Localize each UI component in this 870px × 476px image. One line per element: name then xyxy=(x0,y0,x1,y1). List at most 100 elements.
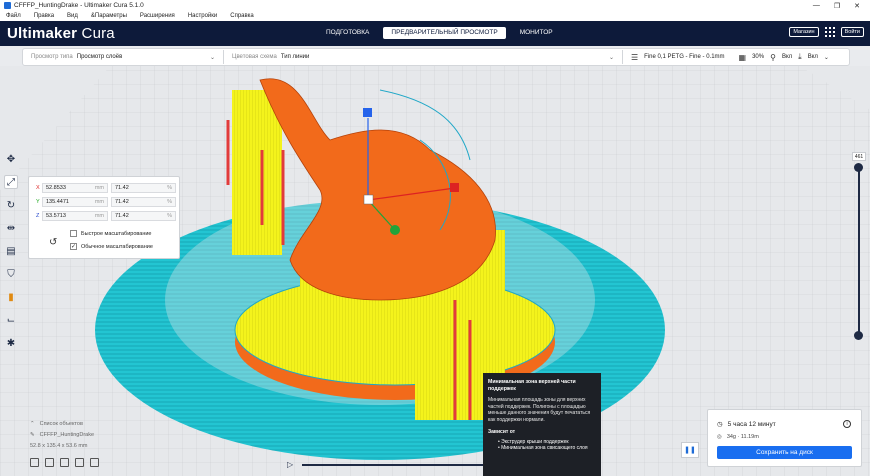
clock-icon: ◷ xyxy=(717,421,723,428)
camera-view-buttons xyxy=(30,458,99,467)
chevron-up-icon: ⌃ xyxy=(30,420,35,427)
tab-preview[interactable]: ПРЕДВАРИТЕЛЬНЫЙ ПРОСМОТР xyxy=(383,27,506,39)
support-blocker-icon[interactable]: ⛉ xyxy=(4,267,18,281)
material-row: ◎ 34g · 11.19m xyxy=(717,434,759,440)
scale-row-z: Z 53.5713 mm 71.42% xyxy=(36,211,176,221)
view-left-icon[interactable] xyxy=(75,458,84,467)
sliders-icon: ☰ xyxy=(631,52,639,62)
infill-icon: ▦ xyxy=(738,52,747,62)
menu-file[interactable]: Файл xyxy=(6,13,21,19)
layer-slider-bottom-handle[interactable] xyxy=(854,331,863,340)
print-settings-button[interactable]: ☰ Fine 0,1 PETG - Fine - 0.1mm ▦ 30% ⚲ В… xyxy=(623,52,829,62)
menu-preferences[interactable]: Настройки xyxy=(188,13,217,19)
per-model-settings-icon[interactable]: ▤ xyxy=(4,244,18,258)
pencil-icon: ✎ xyxy=(30,431,35,438)
color-scheme-select[interactable]: Цветовая схема Тип линии ⌄ xyxy=(224,49,622,65)
move-tool-icon[interactable]: ✥ xyxy=(4,152,18,166)
setting-tooltip: Минимальная зона верхней части поддержек… xyxy=(483,373,601,476)
snap-scaling-row[interactable]: Быстрое масштабирование xyxy=(70,230,151,237)
chevron-down-icon: ⌄ xyxy=(209,54,215,61)
snap-scaling-label: Быстрое масштабирование xyxy=(81,230,152,237)
signin-button[interactable]: Войти xyxy=(840,27,864,37)
chevron-down-icon: ⌄ xyxy=(823,54,829,61)
view-toolbar: Просмотр типа Просмотр слоёв ⌄ Цветовая … xyxy=(22,48,850,66)
info-icon[interactable]: i xyxy=(843,420,851,428)
menu-settings-params[interactable]: &Параметры xyxy=(91,13,127,19)
scale-row-y: Y 135.4471 mm 71.42% xyxy=(36,197,176,207)
brand-logo: Ultimaker Cura xyxy=(7,25,115,42)
support-value: Вкл xyxy=(781,54,793,60)
scale-tool-icon[interactable]: ⤢ xyxy=(4,175,18,189)
scale-row-x: X 52.8533 mm 71.42% xyxy=(36,183,176,193)
view-front-icon[interactable] xyxy=(45,458,54,467)
chevron-down-icon: ⌄ xyxy=(608,54,614,61)
snap-scaling-checkbox[interactable] xyxy=(70,230,77,237)
menu-bar: Файл Правка Вид &Параметры Расширения На… xyxy=(0,11,870,21)
stage-tabs: ПОДГОТОВКА ПРЕДВАРИТЕЛЬНЫЙ ПРОСМОТР МОНИ… xyxy=(318,27,561,39)
gizmo-center-handle xyxy=(363,194,374,205)
object-list-item[interactable]: ✎ CFFFP_HuntingDrake xyxy=(30,429,94,440)
pause-slicing-button[interactable]: ❚❚ xyxy=(681,442,699,458)
scale-y-mm-input[interactable]: 135.4471 mm xyxy=(42,197,108,207)
cut-tool-icon[interactable]: ⌙ xyxy=(4,313,18,327)
gizmo-x-handle xyxy=(450,183,459,192)
path-slider-track[interactable] xyxy=(302,464,484,466)
support-icon: ⚲ xyxy=(770,52,776,62)
gizmo-y-handle xyxy=(390,225,400,235)
tab-prepare[interactable]: ПОДГОТОВКА xyxy=(318,27,377,39)
rotate-tool-icon[interactable]: ↻ xyxy=(4,198,18,212)
scale-z-mm-input[interactable]: 53.5713 mm xyxy=(42,211,108,221)
print-estimate-panel: ◷ 5 часа 12 минут ◎ 34g · 11.19m i Сохра… xyxy=(707,409,862,467)
maximize-icon[interactable]: ❐ xyxy=(834,2,840,10)
spool-icon: ◎ xyxy=(717,434,722,440)
view-3d-icon[interactable] xyxy=(30,458,39,467)
save-to-disk-button[interactable]: Сохранить на диск xyxy=(717,446,852,459)
menu-help[interactable]: Справка xyxy=(230,13,254,19)
uniform-scaling-row[interactable]: ✓ Обычное масштабирование xyxy=(70,243,153,250)
apps-grid-icon[interactable] xyxy=(824,27,835,37)
scale-x-pct-input[interactable]: 71.42% xyxy=(111,183,176,193)
scale-x-mm-input[interactable]: 52.8533 mm xyxy=(42,183,108,193)
uniform-scaling-checkbox[interactable]: ✓ xyxy=(70,243,77,250)
window-title: CFFFP_HuntingDrake - Ultimaker Cura 5.1.… xyxy=(14,2,144,9)
custom-supports-icon[interactable]: ✱ xyxy=(4,336,18,350)
object-list: ⌃ Список объектов ✎ CFFFP_HuntingDrake 5… xyxy=(30,418,94,451)
extruder-icon[interactable]: ▮ xyxy=(4,290,18,304)
scale-panel: X 52.8533 mm 71.42% Y 135.4471 mm 71.42% Z… xyxy=(28,176,180,259)
cura-app-icon xyxy=(4,2,11,9)
uniform-scaling-label: Обычное масштабирование xyxy=(81,243,153,250)
menu-view[interactable]: Вид xyxy=(67,13,78,19)
profile-name: Fine 0,1 PETG - Fine - 0.1mm xyxy=(644,54,725,60)
view-type-select[interactable]: Просмотр типа Просмотр слоёв ⌄ xyxy=(23,49,223,65)
tooltip-depends-header: Зависит от xyxy=(488,429,516,435)
tooltip-title: Минимальная зона верхней части поддержек xyxy=(488,379,576,392)
tooltip-body: Минимальная площадь зоны для верхних час… xyxy=(488,397,591,423)
scale-z-pct-input[interactable]: 71.42% xyxy=(111,211,176,221)
scale-y-pct-input[interactable]: 71.42% xyxy=(111,197,176,207)
menu-edit[interactable]: Правка xyxy=(34,13,54,19)
object-dimensions: 52.8 x 135.4 x 53.6 mm xyxy=(30,442,88,449)
reset-scale-icon[interactable]: ↺ xyxy=(49,237,57,248)
view-right-icon[interactable] xyxy=(90,458,99,467)
mirror-tool-icon[interactable]: ⇹ xyxy=(4,221,18,235)
layer-slider-track[interactable] xyxy=(858,168,860,336)
object-list-header[interactable]: ⌃ Список объектов xyxy=(30,418,94,429)
adhesion-icon: ⤓ xyxy=(798,52,802,61)
layer-slider-top-handle[interactable] xyxy=(854,163,863,172)
marketplace-button[interactable]: Магазин xyxy=(789,27,819,37)
gizmo-z-handle xyxy=(363,108,372,117)
view-top-icon[interactable] xyxy=(60,458,69,467)
adhesion-value: Вкл xyxy=(807,54,818,60)
menu-extensions[interactable]: Расширения xyxy=(140,13,175,19)
close-icon[interactable]: ✕ xyxy=(854,2,860,10)
tab-monitor[interactable]: МОНИТОР xyxy=(512,27,561,39)
layer-number-badge[interactable]: 461 xyxy=(852,152,866,161)
app-header: Ultimaker Cura ПОДГОТОВКА ПРЕДВАРИТЕЛЬНЫ… xyxy=(0,21,870,46)
window-titlebar: CFFFP_HuntingDrake - Ultimaker Cura 5.1.… xyxy=(0,0,870,11)
play-simulation-icon[interactable]: ▷ xyxy=(287,460,293,469)
print-time: 5 часа 12 минут xyxy=(727,420,776,428)
material-usage: 34g · 11.19m xyxy=(726,434,759,440)
infill-value: 30% xyxy=(752,54,765,60)
left-toolbar: ✥ ⤢ ↻ ⇹ ▤ ⛉ ▮ ⌙ ✱ xyxy=(2,152,20,350)
minimize-icon[interactable]: — xyxy=(813,2,820,10)
